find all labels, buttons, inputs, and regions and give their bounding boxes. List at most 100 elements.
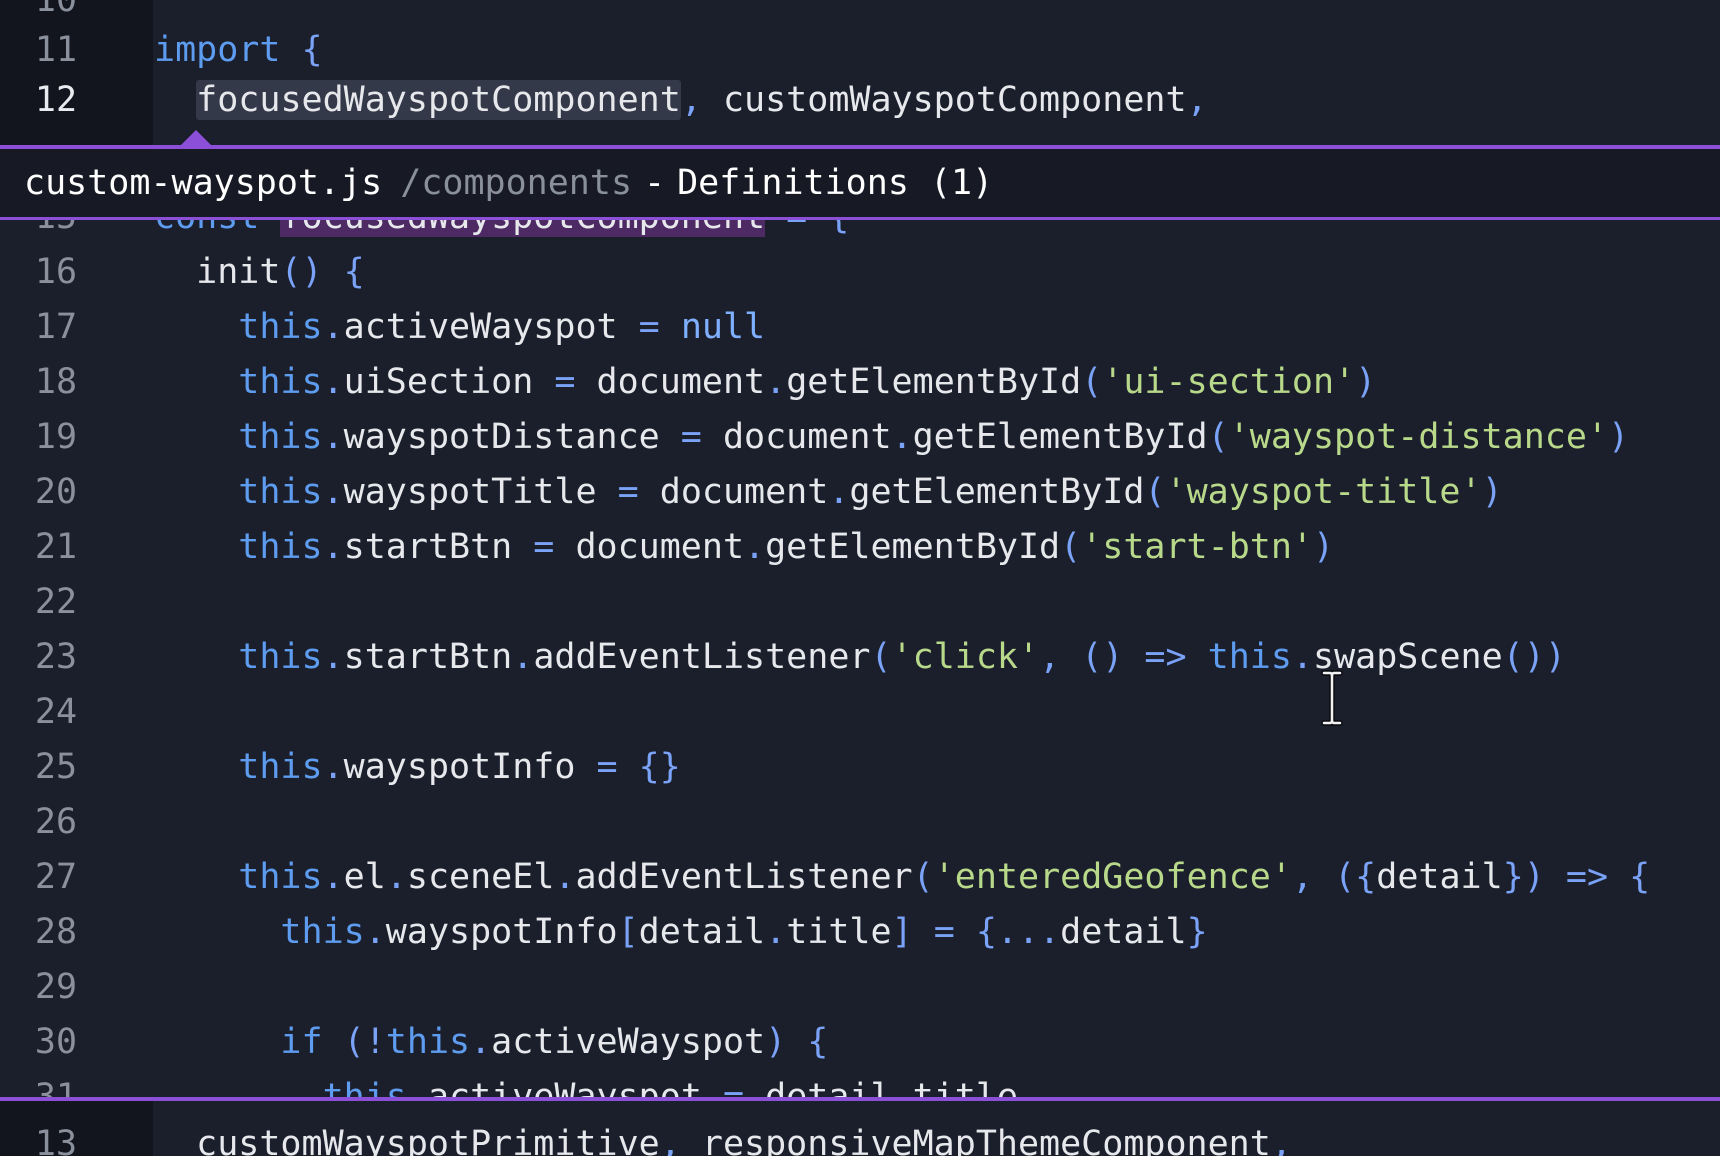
code-token: . xyxy=(765,362,787,402)
code-token: ()) xyxy=(1502,637,1566,677)
code-token: = xyxy=(701,1077,766,1097)
code-token: ) xyxy=(1313,527,1335,567)
code-content[interactable]: this.startBtn.addEventListener('click', … xyxy=(154,630,1566,685)
code-line[interactable]: 20 this.wayspotTitle = document.getEleme… xyxy=(0,465,1720,520)
code-content[interactable]: if (!this.activeWayspot) { xyxy=(154,1015,828,1070)
code-line[interactable]: 18 this.uiSection = document.getElementB… xyxy=(0,355,1720,410)
code-token: getElementById xyxy=(765,527,1061,567)
peek-pointer-icon xyxy=(180,130,212,146)
code-line[interactable]: 13 customWayspotPrimitive, responsiveMap… xyxy=(0,1117,1720,1156)
code-token: () xyxy=(280,252,323,292)
code-token: el xyxy=(343,857,386,897)
code-token: 'wayspot-distance' xyxy=(1228,417,1608,457)
code-editor[interactable]: 10 11 import {12 focusedWayspotComponent, … xyxy=(0,0,1720,1156)
code-line[interactable]: 21 this.startBtn = document.getElementBy… xyxy=(0,520,1720,575)
code-token: wayspotInfo xyxy=(385,912,618,952)
code-token: document xyxy=(575,527,745,567)
code-line[interactable]: 19 this.wayspotDistance = document.getEl… xyxy=(0,410,1720,465)
code-content[interactable]: this.uiSection = document.getElementById… xyxy=(154,355,1376,410)
peek-file-name[interactable]: custom-wayspot.js xyxy=(0,163,382,203)
line-number: 16 xyxy=(34,252,78,292)
code-token: . xyxy=(828,472,850,512)
line-number: 11 xyxy=(34,30,78,70)
code-token: . xyxy=(322,417,344,457)
code-token: { xyxy=(301,30,323,70)
code-token: = { xyxy=(765,220,849,237)
code-line[interactable]: 30 if (!this.activeWayspot) { xyxy=(0,1015,1720,1070)
code-line[interactable]: 27 this.el.sceneEl.addEventListener('ent… xyxy=(0,850,1720,905)
code-token: = xyxy=(512,527,576,567)
code-token: detail xyxy=(765,1077,892,1097)
code-line[interactable]: 11 import { xyxy=(0,23,1720,78)
code-content[interactable]: this.activeWayspot = null xyxy=(154,300,765,355)
code-token: const xyxy=(154,220,259,237)
code-token: document xyxy=(722,417,892,457)
code-content[interactable]: this.wayspotInfo = {} xyxy=(154,740,681,795)
code-line[interactable]: 12 focusedWayspotComponent, customWayspo… xyxy=(0,73,1720,128)
code-token: this xyxy=(154,747,323,787)
peek-file-path: /components xyxy=(400,163,633,203)
code-token: title xyxy=(912,1077,1018,1097)
code-token: . xyxy=(322,857,344,897)
code-token: this xyxy=(154,417,323,457)
code-token: getElementById xyxy=(912,417,1208,457)
code-line[interactable]: 17 this.activeWayspot = null xyxy=(0,300,1720,355)
code-content[interactable]: this.activeWayspot = detail.title xyxy=(154,1070,1018,1097)
code-content[interactable]: this.wayspotTitle = document.getElementB… xyxy=(154,465,1502,520)
code-token: this xyxy=(154,857,323,897)
code-token: wayspotTitle xyxy=(343,472,597,512)
code-token: ] = {... xyxy=(891,912,1061,952)
code-line[interactable]: 16 init() { xyxy=(0,245,1720,300)
code-token: . xyxy=(470,1022,492,1062)
peek-bottom-border xyxy=(0,1097,1720,1101)
code-token: this xyxy=(154,527,323,567)
code-token: ( xyxy=(1060,527,1082,567)
line-number: 26 xyxy=(34,802,78,842)
code-content[interactable]: focusedWayspotComponent, customWayspotCo… xyxy=(154,73,1208,128)
code-token: this xyxy=(154,912,365,952)
code-line[interactable]: 28 this.wayspotInfo[detail.title] = {...… xyxy=(0,905,1720,960)
code-token: ( xyxy=(912,857,934,897)
code-token: ) xyxy=(1355,362,1377,402)
code-content[interactable]: init() { xyxy=(154,245,365,300)
code-token: 'wayspot-title' xyxy=(1165,472,1482,512)
code-content[interactable]: this.startBtn = document.getElementById(… xyxy=(154,520,1334,575)
code-token: , xyxy=(1270,1124,1292,1156)
code-token: activeWayspot xyxy=(343,307,618,347)
peek-header[interactable]: custom-wayspot.js/components - Definitions… xyxy=(0,149,1720,217)
code-token: . xyxy=(744,527,766,567)
code-line[interactable]: 26 xyxy=(0,795,1720,850)
code-content[interactable]: this.wayspotInfo[detail.title] = {...det… xyxy=(154,905,1207,960)
code-token: = xyxy=(596,472,660,512)
code-token: . xyxy=(406,1077,428,1097)
code-line[interactable]: 22 xyxy=(0,575,1720,630)
code-content[interactable]: const focusedWayspotComponent = { xyxy=(154,220,849,245)
code-line[interactable]: 29 xyxy=(0,960,1720,1015)
code-token: init xyxy=(154,252,281,292)
code-token: addEventListener xyxy=(575,857,913,897)
code-token: . xyxy=(512,637,534,677)
line-number: 29 xyxy=(34,967,78,1007)
code-line[interactable]: 24 xyxy=(0,685,1720,740)
code-token: . xyxy=(891,417,913,457)
code-line[interactable]: 25 this.wayspotInfo = {} xyxy=(0,740,1720,795)
code-token: if xyxy=(154,1022,323,1062)
code-line[interactable]: 23 this.startBtn.addEventListener('click… xyxy=(0,630,1720,685)
code-token: . xyxy=(322,527,344,567)
code-token: 'click' xyxy=(891,637,1040,677)
text-cursor-icon xyxy=(1321,670,1343,726)
code-content[interactable]: customWayspotPrimitive, responsiveMapThe… xyxy=(154,1117,1292,1156)
code-token: focusedWayspotComponent xyxy=(196,80,681,120)
code-content[interactable]: this.wayspotDistance = document.getEleme… xyxy=(154,410,1629,465)
peek-definition-body[interactable]: 15const focusedWayspotComponent = {16 in… xyxy=(0,220,1720,1097)
code-content[interactable]: this.el.sceneEl.addEventListener('entere… xyxy=(154,850,1650,905)
code-token: startBtn xyxy=(343,637,513,677)
code-line[interactable]: 15 const focusedWayspotComponent = { xyxy=(0,220,1720,245)
code-line[interactable]: 31 this.activeWayspot = detail.title xyxy=(0,1070,1720,1097)
code-content[interactable]: import { xyxy=(154,23,323,78)
code-token: sceneEl xyxy=(406,857,555,897)
line-number: 13 xyxy=(34,1124,78,1156)
code-token: ) { xyxy=(765,1022,829,1062)
